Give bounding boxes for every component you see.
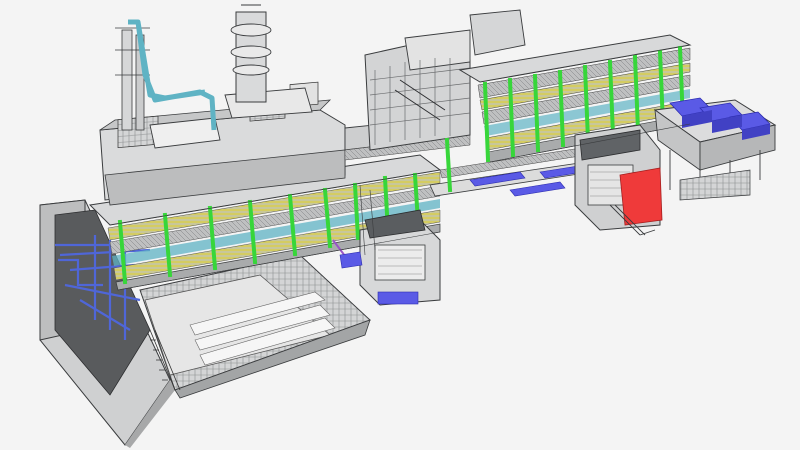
far-right-blue-units-platform [653,97,777,201]
plant-model-viewport[interactable] [0,0,800,450]
industrial-plant-3d-model [39,4,777,448]
right-equipment-module [574,124,663,236]
exhaust-stack-right [230,4,272,103]
